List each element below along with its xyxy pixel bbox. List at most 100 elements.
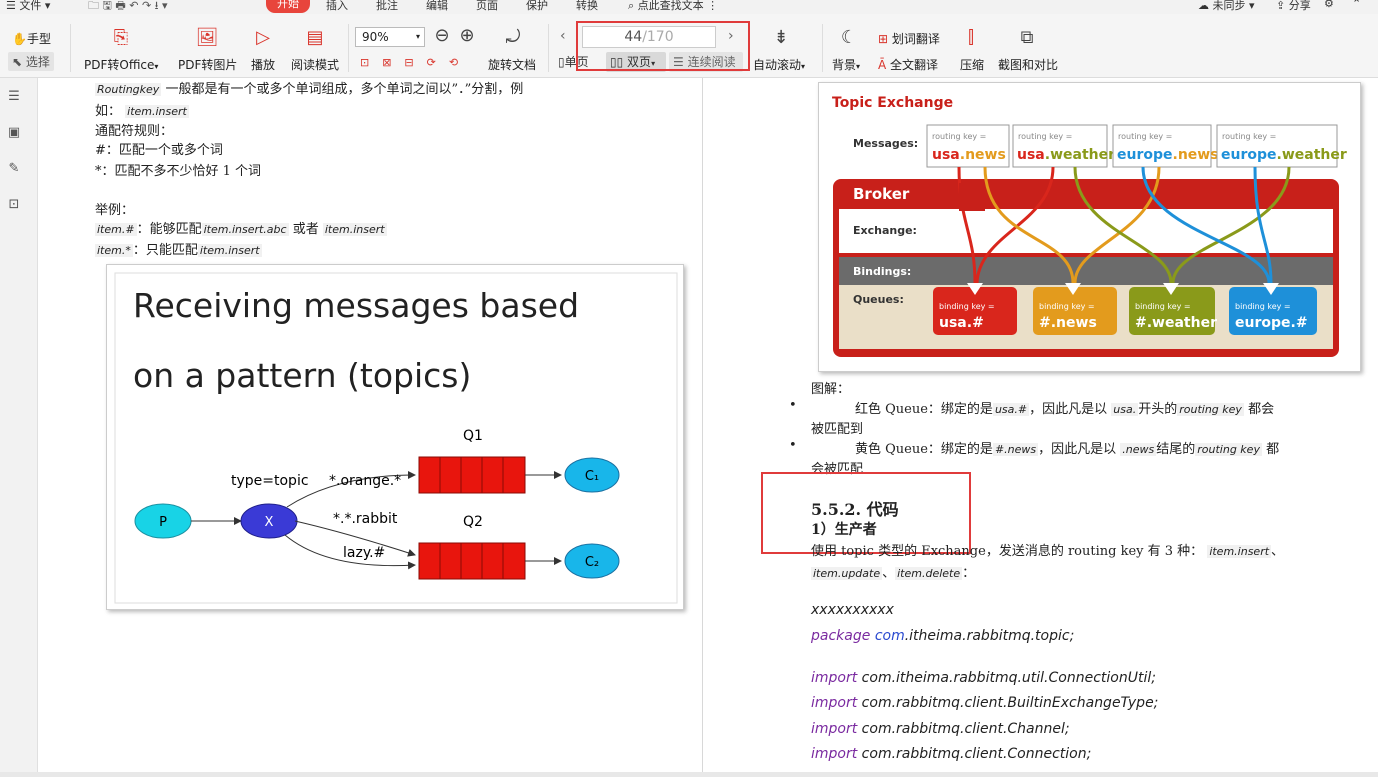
file-menu[interactable]: ☰ 文件 ▾ <box>6 0 50 13</box>
word-translate-button[interactable]: ⊞ 划词翻译 <box>878 30 940 47</box>
message-card: routing key = europe.news <box>1112 124 1219 168</box>
share-button[interactable]: ⇪ 分享 <box>1276 0 1311 13</box>
exchange-label: X <box>265 515 274 530</box>
code-line: import com.itheima.rabbitmq.util.Connect… <box>811 670 1156 686</box>
routing-key-label: routing key = <box>1118 132 1172 141</box>
routing-key-label: routing key = <box>1222 132 1276 141</box>
read-mode-button[interactable]: 阅读模式 <box>291 56 339 73</box>
tab-insert[interactable]: 插入 <box>326 0 348 13</box>
auto-scroll-button[interactable]: 自动滚动▾ <box>753 56 805 73</box>
code-text: .itheima.rabbitmq.topic; <box>904 628 1075 644</box>
auto-scroll-icon: ⇟ <box>773 27 789 48</box>
q1-label: Q1 <box>463 428 483 444</box>
queue-key: #.weather <box>1135 315 1217 331</box>
bookmark-icon[interactable]: ⊡ <box>5 196 23 214</box>
full-translate-button[interactable]: Ā 全文翻译 <box>878 56 938 73</box>
text: 都会 <box>1248 402 1275 417</box>
topic-exchange-title: Topic Exchange <box>832 95 953 111</box>
right-page: Topic Exchange Messages: routing key = u… <box>703 78 1378 772</box>
bullet-yellow-queue: • <box>789 438 797 453</box>
tab-convert[interactable]: 转换 <box>576 0 598 13</box>
pdf-to-office-button[interactable]: PDF转Office▾ <box>84 56 158 73</box>
text: 红色 Queue：绑定的是 <box>855 402 993 417</box>
tab-comment[interactable]: 批注 <box>376 0 398 13</box>
find-text[interactable]: ⌕ 点此查找文本 ⋮ <box>628 0 718 13</box>
rule-star: *：匹配不多不少恰好 1 个词 <box>95 164 262 179</box>
pdf-to-image-button[interactable]: PDF转图片 <box>178 56 237 73</box>
description-line: 使用 topic 类型的 Exchange，发送消息的 routing key … <box>811 544 1285 559</box>
divider <box>548 24 549 72</box>
code-text: com.rabbitmq.client.Channel; <box>857 721 1070 737</box>
file-menu-label: 文件 <box>19 0 42 12</box>
expand-icon[interactable]: ⌃ <box>1352 0 1361 10</box>
code-keyword: import <box>811 695 858 711</box>
tab-protect[interactable]: 保护 <box>526 0 548 13</box>
view-icons-row[interactable]: ⊡⊠⊟⟳⟲ <box>360 56 471 69</box>
zoom-in-icon[interactable]: ⊕ <box>457 26 477 46</box>
settings-icon[interactable]: ⚙ <box>1324 0 1334 10</box>
inline-code: .news <box>1120 443 1157 456</box>
zoom-out-icon[interactable]: ⊖ <box>432 26 452 46</box>
message-card: routing key = usa.news <box>926 124 1010 168</box>
hand-tool[interactable]: ✋手型 <box>12 30 51 47</box>
compress-button[interactable]: 压缩 <box>960 56 984 73</box>
text: 都 <box>1266 442 1280 457</box>
share-label: 分享 <box>1288 0 1311 12</box>
compress-icon: ⫿ <box>968 27 974 48</box>
thumbnail-icon[interactable]: ▣ <box>5 124 23 142</box>
inline-code: item.insert.abc <box>201 223 289 236</box>
bullet-red-queue: • <box>789 398 797 413</box>
pdf-office-icon: ⎘ <box>113 27 129 48</box>
queue-news: binding key = #.news <box>1033 283 1117 335</box>
example-title: 举例： <box>95 203 135 218</box>
highlight-rectangle <box>576 21 750 71</box>
screenshot-icon: ⧉ <box>1020 27 1034 48</box>
toolbar: ✋手型 ⬉ 选择 ⎘ PDF转Office▾ 🖼 PDF转图片 ▷ 播放 ▤ 阅… <box>0 14 1378 78</box>
binding-lazy: lazy.# <box>343 545 385 561</box>
hand-icon: ✋ <box>12 32 27 46</box>
annotation-icon[interactable]: ✎ <box>5 160 23 178</box>
prev-page-icon[interactable]: ‹ <box>560 28 566 44</box>
zoom-value: 90% <box>362 30 389 44</box>
caption: 图解： <box>811 382 851 397</box>
text: ，因此凡是以 <box>1038 442 1117 457</box>
menu-bar: ☰ 文件 ▾ 🗀 🖫 🖶 ↶ ↷ ⭳ ▾ 开始 插入 批注 编辑 页面 保护 转… <box>0 0 1378 14</box>
cursor-icon: ⬉ <box>12 55 23 69</box>
binding-key-label: binding key = <box>1039 302 1095 311</box>
sync-status[interactable]: ☁ 未同步 ▾ <box>1198 0 1255 13</box>
select-tool-label: 选择 <box>25 55 50 69</box>
topic-exchange-svg: Topic Exchange Messages: routing key = u… <box>832 95 1347 357</box>
code-line: import com.rabbitmq.client.Channel; <box>811 721 1070 737</box>
rotate-document-button[interactable]: 旋转文档 <box>488 56 536 73</box>
message-key: usa.news <box>932 147 1006 163</box>
tab-start[interactable]: 开始 <box>266 0 310 13</box>
inline-code: item.update <box>811 567 883 580</box>
text: 使用 topic 类型的 Exchange，发送消息的 routing key … <box>811 544 1204 559</box>
queues-row-label: Queues: <box>853 293 904 306</box>
message-key: usa.weather <box>1017 147 1115 163</box>
producer-label: P <box>159 515 167 530</box>
message-card: routing key = usa.weather <box>1012 124 1115 168</box>
tab-edit[interactable]: 编辑 <box>426 0 448 13</box>
word-translate-label: 划词翻译 <box>891 32 940 46</box>
outline-icon[interactable]: ☰ <box>5 88 23 106</box>
bindings-row-label: Bindings: <box>853 265 911 278</box>
play-button[interactable]: 播放 <box>251 56 275 73</box>
zoom-select[interactable]: 90% ▾ <box>355 27 425 47</box>
read-mode-icon: ▤ <box>306 27 324 48</box>
tab-page[interactable]: 页面 <box>476 0 498 13</box>
moon-icon: ☾ <box>840 27 858 48</box>
rule-hash: #：匹配一个或多个词 <box>95 143 223 158</box>
search-icon: ⌕ <box>628 0 635 12</box>
queue-europe: binding key = europe.# <box>1229 283 1317 335</box>
topic-exchange-diagram: Topic Exchange Messages: routing key = u… <box>818 82 1361 372</box>
divider <box>348 24 349 72</box>
screenshot-compare-button[interactable]: 截图和对比 <box>998 56 1058 73</box>
select-tool[interactable]: ⬉ 选择 <box>8 52 54 71</box>
background-button[interactable]: 背景▾ <box>832 56 860 73</box>
broker-label: Broker <box>853 185 910 203</box>
binding-orange: *.orange.* <box>329 473 401 489</box>
full-translate-label: 全文翻译 <box>890 58 939 72</box>
inline-code: item.insert <box>322 223 387 236</box>
inline-code: item.insert <box>197 244 262 257</box>
